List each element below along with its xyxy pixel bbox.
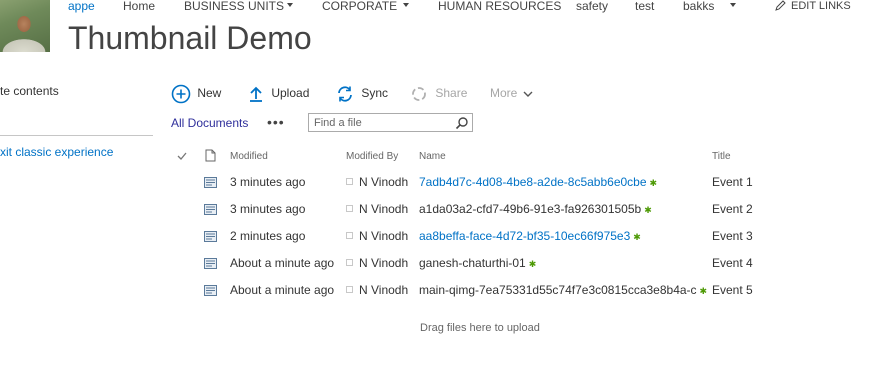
chevron-down-icon: [523, 91, 533, 97]
share-button[interactable]: Share: [410, 82, 467, 104]
site-logo[interactable]: [0, 0, 50, 52]
chevron-down-icon[interactable]: [287, 3, 293, 7]
nav-item-test[interactable]: test: [635, 0, 654, 12]
upload-icon: [250, 86, 262, 102]
new-label: New: [197, 86, 222, 100]
modified-by-cell[interactable]: N Vinodh: [359, 228, 408, 244]
name-text: 7adb4d7c-4d08-4be8-a2de-8c5abb6e0cbe: [419, 175, 647, 189]
nav-item-home[interactable]: Home: [123, 0, 155, 12]
image-file-icon: [204, 285, 217, 296]
new-item-icon: ✱: [633, 231, 641, 242]
table-row[interactable]: 2 minutes ago N Vinodh aa8beffa-face-4d7…: [171, 228, 871, 255]
leftnav-divider: [0, 135, 153, 136]
new-button[interactable]: New: [171, 82, 221, 104]
column-header-modified-by[interactable]: Modified By: [346, 151, 398, 162]
presence-indicator: [346, 286, 353, 293]
more-button[interactable]: More: [490, 82, 533, 104]
new-item-icon: ✱: [699, 285, 708, 296]
new-item-icon: ✱: [528, 258, 537, 269]
image-file-icon: [204, 177, 217, 188]
name-cell-link[interactable]: 7adb4d7c-4d08-4be8-a2de-8c5abb6e0cbe ✱: [419, 174, 657, 191]
name-cell-link[interactable]: a1da03a2-cfd7-49b6-91e3-fa926301505b ✱: [419, 201, 652, 218]
sync-icon: [338, 86, 352, 102]
plus-circle-icon: [171, 84, 191, 104]
share-icon: [412, 86, 426, 101]
column-header-modified[interactable]: Modified: [230, 151, 268, 162]
name-text: a1da03a2-cfd7-49b6-91e3-fa926301505b: [419, 202, 642, 216]
name-text: main-qimg-7ea75331d55c74f7e3c0815cca3e8b…: [419, 283, 697, 297]
new-item-icon: ✱: [644, 204, 652, 215]
title-cell: Event 1: [712, 175, 753, 189]
presence-indicator: [346, 259, 353, 266]
table-row[interactable]: 3 minutes ago N Vinodh a1da03a2-cfd7-49b…: [171, 201, 871, 228]
select-all-checkmark-icon[interactable]: [177, 151, 187, 161]
nav-item-safety[interactable]: safety: [576, 0, 608, 12]
modified-cell: About a minute ago: [230, 256, 335, 270]
nav-item-appe[interactable]: appe: [68, 0, 95, 12]
presence-indicator: [346, 178, 353, 185]
edit-links-button[interactable]: EDIT LINKS: [775, 0, 851, 12]
table-row[interactable]: About a minute ago N Vinodh main-qimg-7e…: [171, 282, 871, 309]
sync-label: Sync: [361, 86, 389, 100]
leftnav-exit-classic[interactable]: xit classic experience: [0, 145, 113, 159]
new-item-icon: ✱: [649, 177, 658, 188]
search-icon[interactable]: [455, 116, 469, 130]
title-cell: Event 5: [712, 283, 753, 297]
column-header-name[interactable]: Name: [419, 151, 446, 162]
title-cell: Event 4: [712, 256, 753, 270]
search-box: [308, 113, 473, 132]
modified-cell: 2 minutes ago: [230, 229, 306, 243]
file-type-icon[interactable]: [205, 149, 216, 162]
drag-drop-hint: Drag files here to upload: [420, 322, 540, 334]
presence-indicator: [346, 205, 353, 212]
share-label: Share: [435, 86, 468, 100]
image-file-icon: [204, 258, 217, 269]
nav-item-human-resources[interactable]: HUMAN RESOURCES: [438, 0, 561, 12]
view-options-ellipsis[interactable]: •••: [267, 114, 285, 130]
view-all-documents[interactable]: All Documents: [171, 116, 248, 130]
image-file-icon: [204, 204, 217, 215]
more-label: More: [490, 86, 518, 100]
nav-item-corporate[interactable]: CORPORATE: [322, 0, 397, 12]
chevron-down-icon[interactable]: [730, 3, 736, 7]
modified-cell: About a minute ago: [230, 283, 335, 297]
title-cell: Event 3: [712, 229, 753, 243]
name-cell-link[interactable]: aa8beffa-face-4d72-bf35-10ec66f975e3 ✱: [419, 228, 641, 245]
modified-by-cell[interactable]: N Vinodh: [359, 174, 408, 190]
modified-cell: 3 minutes ago: [230, 175, 306, 189]
chevron-down-icon[interactable]: [403, 3, 409, 7]
modified-by-cell[interactable]: N Vinodh: [359, 282, 408, 298]
upload-label: Upload: [271, 86, 310, 100]
sync-button[interactable]: Sync: [336, 82, 388, 104]
page-title: Thumbnail Demo: [68, 20, 312, 56]
nav-item-business-units[interactable]: BUSINESS UNITS: [184, 0, 284, 12]
table-row[interactable]: 3 minutes ago N Vinodh 7adb4d7c-4d08-4be…: [171, 174, 871, 201]
name-text: ganesh-chaturthi-01: [419, 256, 526, 270]
leftnav-site-contents[interactable]: te contents: [0, 84, 59, 98]
nav-item-bakks[interactable]: bakks: [683, 0, 714, 12]
image-file-icon: [204, 231, 217, 242]
search-input[interactable]: [309, 114, 454, 131]
title-cell: Event 2: [712, 202, 753, 216]
name-cell-link[interactable]: ganesh-chaturthi-01 ✱: [419, 255, 536, 272]
name-cell-link[interactable]: main-qimg-7ea75331d55c74f7e3c0815cca3e8b…: [419, 282, 707, 299]
modified-cell: 3 minutes ago: [230, 202, 306, 216]
edit-links-label: EDIT LINKS: [791, 0, 851, 12]
upload-button[interactable]: Upload: [248, 82, 309, 104]
presence-indicator: [346, 232, 353, 239]
column-header-title[interactable]: Title: [712, 151, 731, 162]
modified-by-cell[interactable]: N Vinodh: [359, 201, 408, 217]
table-row[interactable]: About a minute ago N Vinodh ganesh-chatu…: [171, 255, 871, 282]
pencil-icon: [775, 0, 786, 11]
modified-by-cell[interactable]: N Vinodh: [359, 255, 408, 271]
name-text: aa8beffa-face-4d72-bf35-10ec66f975e3: [419, 229, 631, 243]
